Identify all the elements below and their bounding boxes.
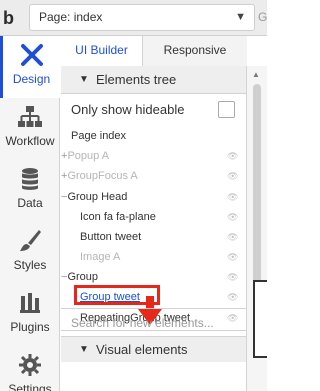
builder-tabs: UI Builder Responsive [61, 36, 247, 66]
sidebar-item-label: Data [17, 196, 43, 210]
tree-item-label: Group [67, 271, 99, 283]
page-selector[interactable]: Page: index ▼ [29, 4, 255, 31]
bubble-logo[interactable]: b [3, 8, 23, 28]
eye-icon[interactable]: 👁 [227, 166, 239, 186]
tree-item-label: Image A [80, 251, 121, 263]
eye-icon[interactable]: 👁 [227, 187, 239, 207]
tree-item-icon-fa-plane[interactable]: Icon fa fa-plane 👁 [61, 207, 241, 227]
sidebar-item-workflow[interactable]: Workflow [0, 98, 60, 160]
canvas-element-edge [253, 280, 267, 358]
sidebar: Design Workflow Data Styles Plugins Sett… [0, 36, 60, 391]
tree-item-group-head[interactable]: −Group Head 👁 [61, 187, 241, 207]
database-icon [22, 168, 38, 190]
only-show-hideable-label: Only show hideable [71, 102, 185, 117]
eye-icon[interactable]: 👁 [227, 207, 239, 227]
tree-item-page-index[interactable]: Page index [61, 126, 241, 146]
eye-icon[interactable]: 👁 [227, 287, 239, 307]
collapse-arrow-icon: ▼ [79, 344, 89, 355]
tree-item-label: Group Head [67, 191, 128, 203]
tree-item-popup-a[interactable]: +Popup A 👁 [61, 146, 241, 166]
sidebar-item-label: Settings [8, 382, 52, 391]
sidebar-item-settings[interactable]: Settings [0, 346, 60, 391]
tree-item-group[interactable]: −Group 👁 [61, 267, 241, 287]
only-show-hideable-row: Only show hideable [61, 96, 247, 124]
search-placeholder: Search for new elements... [71, 316, 214, 330]
tab-ui-builder[interactable]: UI Builder [61, 36, 143, 66]
only-show-hideable-checkbox[interactable] [218, 101, 235, 118]
workflow-icon [18, 106, 42, 127]
brush-icon [20, 230, 41, 251]
gear-icon [19, 354, 41, 376]
tree-item-groupfocus-a[interactable]: +GroupFocus A 👁 [61, 166, 241, 186]
sidebar-item-label: Design [12, 72, 51, 86]
plugin-icon [20, 293, 40, 313]
eye-icon[interactable]: 👁 [227, 227, 239, 247]
visual-elements-title: Visual elements [96, 342, 188, 357]
tree-item-label: Button tweet [80, 231, 142, 243]
collapse-arrow-icon: ▼ [79, 74, 89, 85]
scroll-up-icon[interactable]: ▲ [252, 70, 260, 79]
elements-tree-header[interactable]: ▼ Elements tree [61, 66, 247, 94]
eye-icon[interactable]: 👁 [227, 267, 239, 287]
sidebar-item-label: Plugins [10, 320, 50, 334]
sidebar-item-plugins[interactable]: Plugins [0, 284, 60, 346]
tree-item-button-tweet[interactable]: Button tweet 👁 [61, 227, 241, 247]
sidebar-item-label: Styles [13, 258, 47, 272]
visual-elements-header[interactable]: ▼ Visual elements [61, 336, 247, 362]
tree-item-image-a[interactable]: Image A 👁 [61, 247, 241, 267]
scroll-thumb[interactable] [253, 84, 261, 294]
eye-icon[interactable]: 👁 [227, 146, 239, 166]
topbar-truncated-text: G [258, 10, 268, 24]
sidebar-item-data[interactable]: Data [0, 160, 60, 222]
sidebar-item-styles[interactable]: Styles [0, 222, 60, 284]
design-icon [20, 44, 43, 66]
bubble-editor: b Page: index ▼ G Design Workflow Data S… [0, 0, 267, 391]
sidebar-item-label: Workflow [5, 134, 55, 148]
tree-item-label: Popup A [67, 150, 110, 162]
tree-item-label: GroupFocus A [67, 170, 138, 182]
sidebar-item-design[interactable]: Design [0, 36, 60, 98]
search-elements-input[interactable]: Search for new elements... [61, 308, 247, 336]
eye-icon[interactable]: 👁 [227, 247, 239, 267]
tab-responsive[interactable]: Responsive [143, 36, 247, 66]
tree-item-label: Page index [71, 130, 127, 142]
chevron-down-icon: ▼ [235, 11, 246, 23]
tree-item-label: Icon fa fa-plane [80, 211, 156, 223]
top-bar: b Page: index ▼ G [0, 0, 267, 36]
elements-tree-title: Elements tree [96, 72, 177, 87]
page-selector-label: Page: index [39, 10, 103, 24]
